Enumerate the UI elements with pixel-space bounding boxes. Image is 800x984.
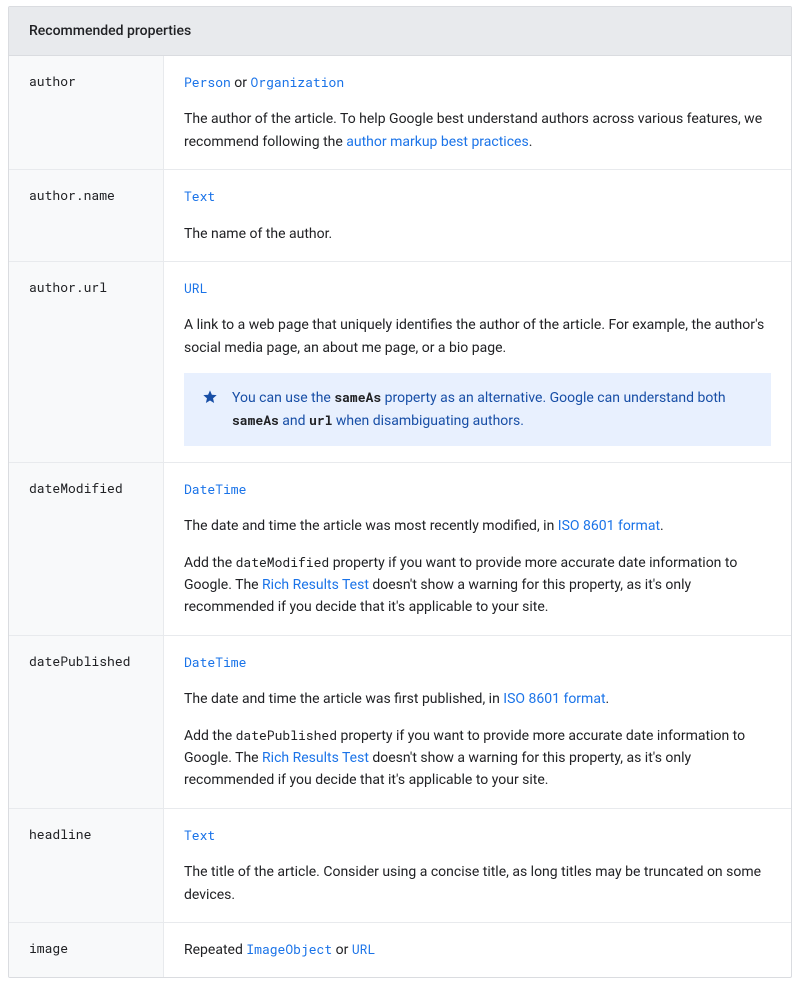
star-icon <box>202 389 218 405</box>
type-link-person[interactable]: Person <box>184 73 231 91</box>
desc-text: The date and time the article was most r… <box>184 518 558 534</box>
property-name: author.url <box>9 262 164 462</box>
author-markup-link[interactable]: author markup best practices <box>346 134 528 150</box>
table-row: author.name Text The name of the author. <box>9 170 791 262</box>
type-link-text[interactable]: Text <box>184 187 215 205</box>
property-value: Person or Organization The author of the… <box>164 56 791 169</box>
property-value: Repeated ImageObject or URL <box>164 923 791 977</box>
table-row: dateModified DateTime The date and time … <box>9 463 791 636</box>
property-value: DateTime The date and time the article w… <box>164 463 791 635</box>
table-row: author.url URL A link to a web page that… <box>9 262 791 463</box>
code-text: datePublished <box>236 726 337 744</box>
property-name: image <box>9 923 164 977</box>
type-link-datetime[interactable]: DateTime <box>184 480 246 498</box>
desc-text: A link to a web page that uniquely ident… <box>184 314 771 359</box>
property-name: dateModified <box>9 463 164 635</box>
property-value: URL A link to a web page that uniquely i… <box>164 262 791 462</box>
property-name: datePublished <box>9 636 164 808</box>
type-link-text[interactable]: Text <box>184 826 215 844</box>
desc-text: . <box>529 134 533 150</box>
property-value: Text The name of the author. <box>164 170 791 261</box>
desc-text: . <box>660 518 664 534</box>
desc-text: . <box>606 691 610 707</box>
table-row: datePublished DateTime The date and time… <box>9 636 791 809</box>
desc-text: The name of the author. <box>184 223 771 245</box>
table-row: author Person or Organization The author… <box>9 56 791 170</box>
properties-table: Recommended properties author Person or … <box>8 6 792 978</box>
info-note: You can use the sameAs property as an al… <box>184 373 771 446</box>
iso8601-link[interactable]: ISO 8601 format <box>558 518 660 534</box>
property-name: author <box>9 56 164 169</box>
type-link-url[interactable]: URL <box>184 279 207 297</box>
rich-results-link[interactable]: Rich Results Test <box>262 577 369 593</box>
code-text: dateModified <box>236 553 330 571</box>
table-header: Recommended properties <box>9 7 791 56</box>
property-name: headline <box>9 809 164 922</box>
note-text: You can use the sameAs property as an al… <box>232 387 753 432</box>
or-text: or <box>234 75 247 91</box>
rich-results-link[interactable]: Rich Results Test <box>262 750 369 766</box>
iso8601-link[interactable]: ISO 8601 format <box>503 691 605 707</box>
type-link-url[interactable]: URL <box>352 940 375 958</box>
desc-text: The title of the article. Consider using… <box>184 861 771 906</box>
table-header-title: Recommended properties <box>29 23 191 39</box>
table-row: image Repeated ImageObject or URL <box>9 923 791 977</box>
table-row: headline Text The title of the article. … <box>9 809 791 923</box>
or-text: or <box>336 942 349 958</box>
type-link-datetime[interactable]: DateTime <box>184 653 246 671</box>
property-name: author.name <box>9 170 164 261</box>
property-value: Text The title of the article. Consider … <box>164 809 791 922</box>
desc-text: Add the <box>184 728 236 744</box>
desc-text: The date and time the article was first … <box>184 691 503 707</box>
type-link-imageobject[interactable]: ImageObject <box>246 940 332 958</box>
property-value: DateTime The date and time the article w… <box>164 636 791 808</box>
desc-text: Add the <box>184 555 236 571</box>
repeated-text: Repeated <box>184 942 243 958</box>
type-link-organization[interactable]: Organization <box>251 73 345 91</box>
